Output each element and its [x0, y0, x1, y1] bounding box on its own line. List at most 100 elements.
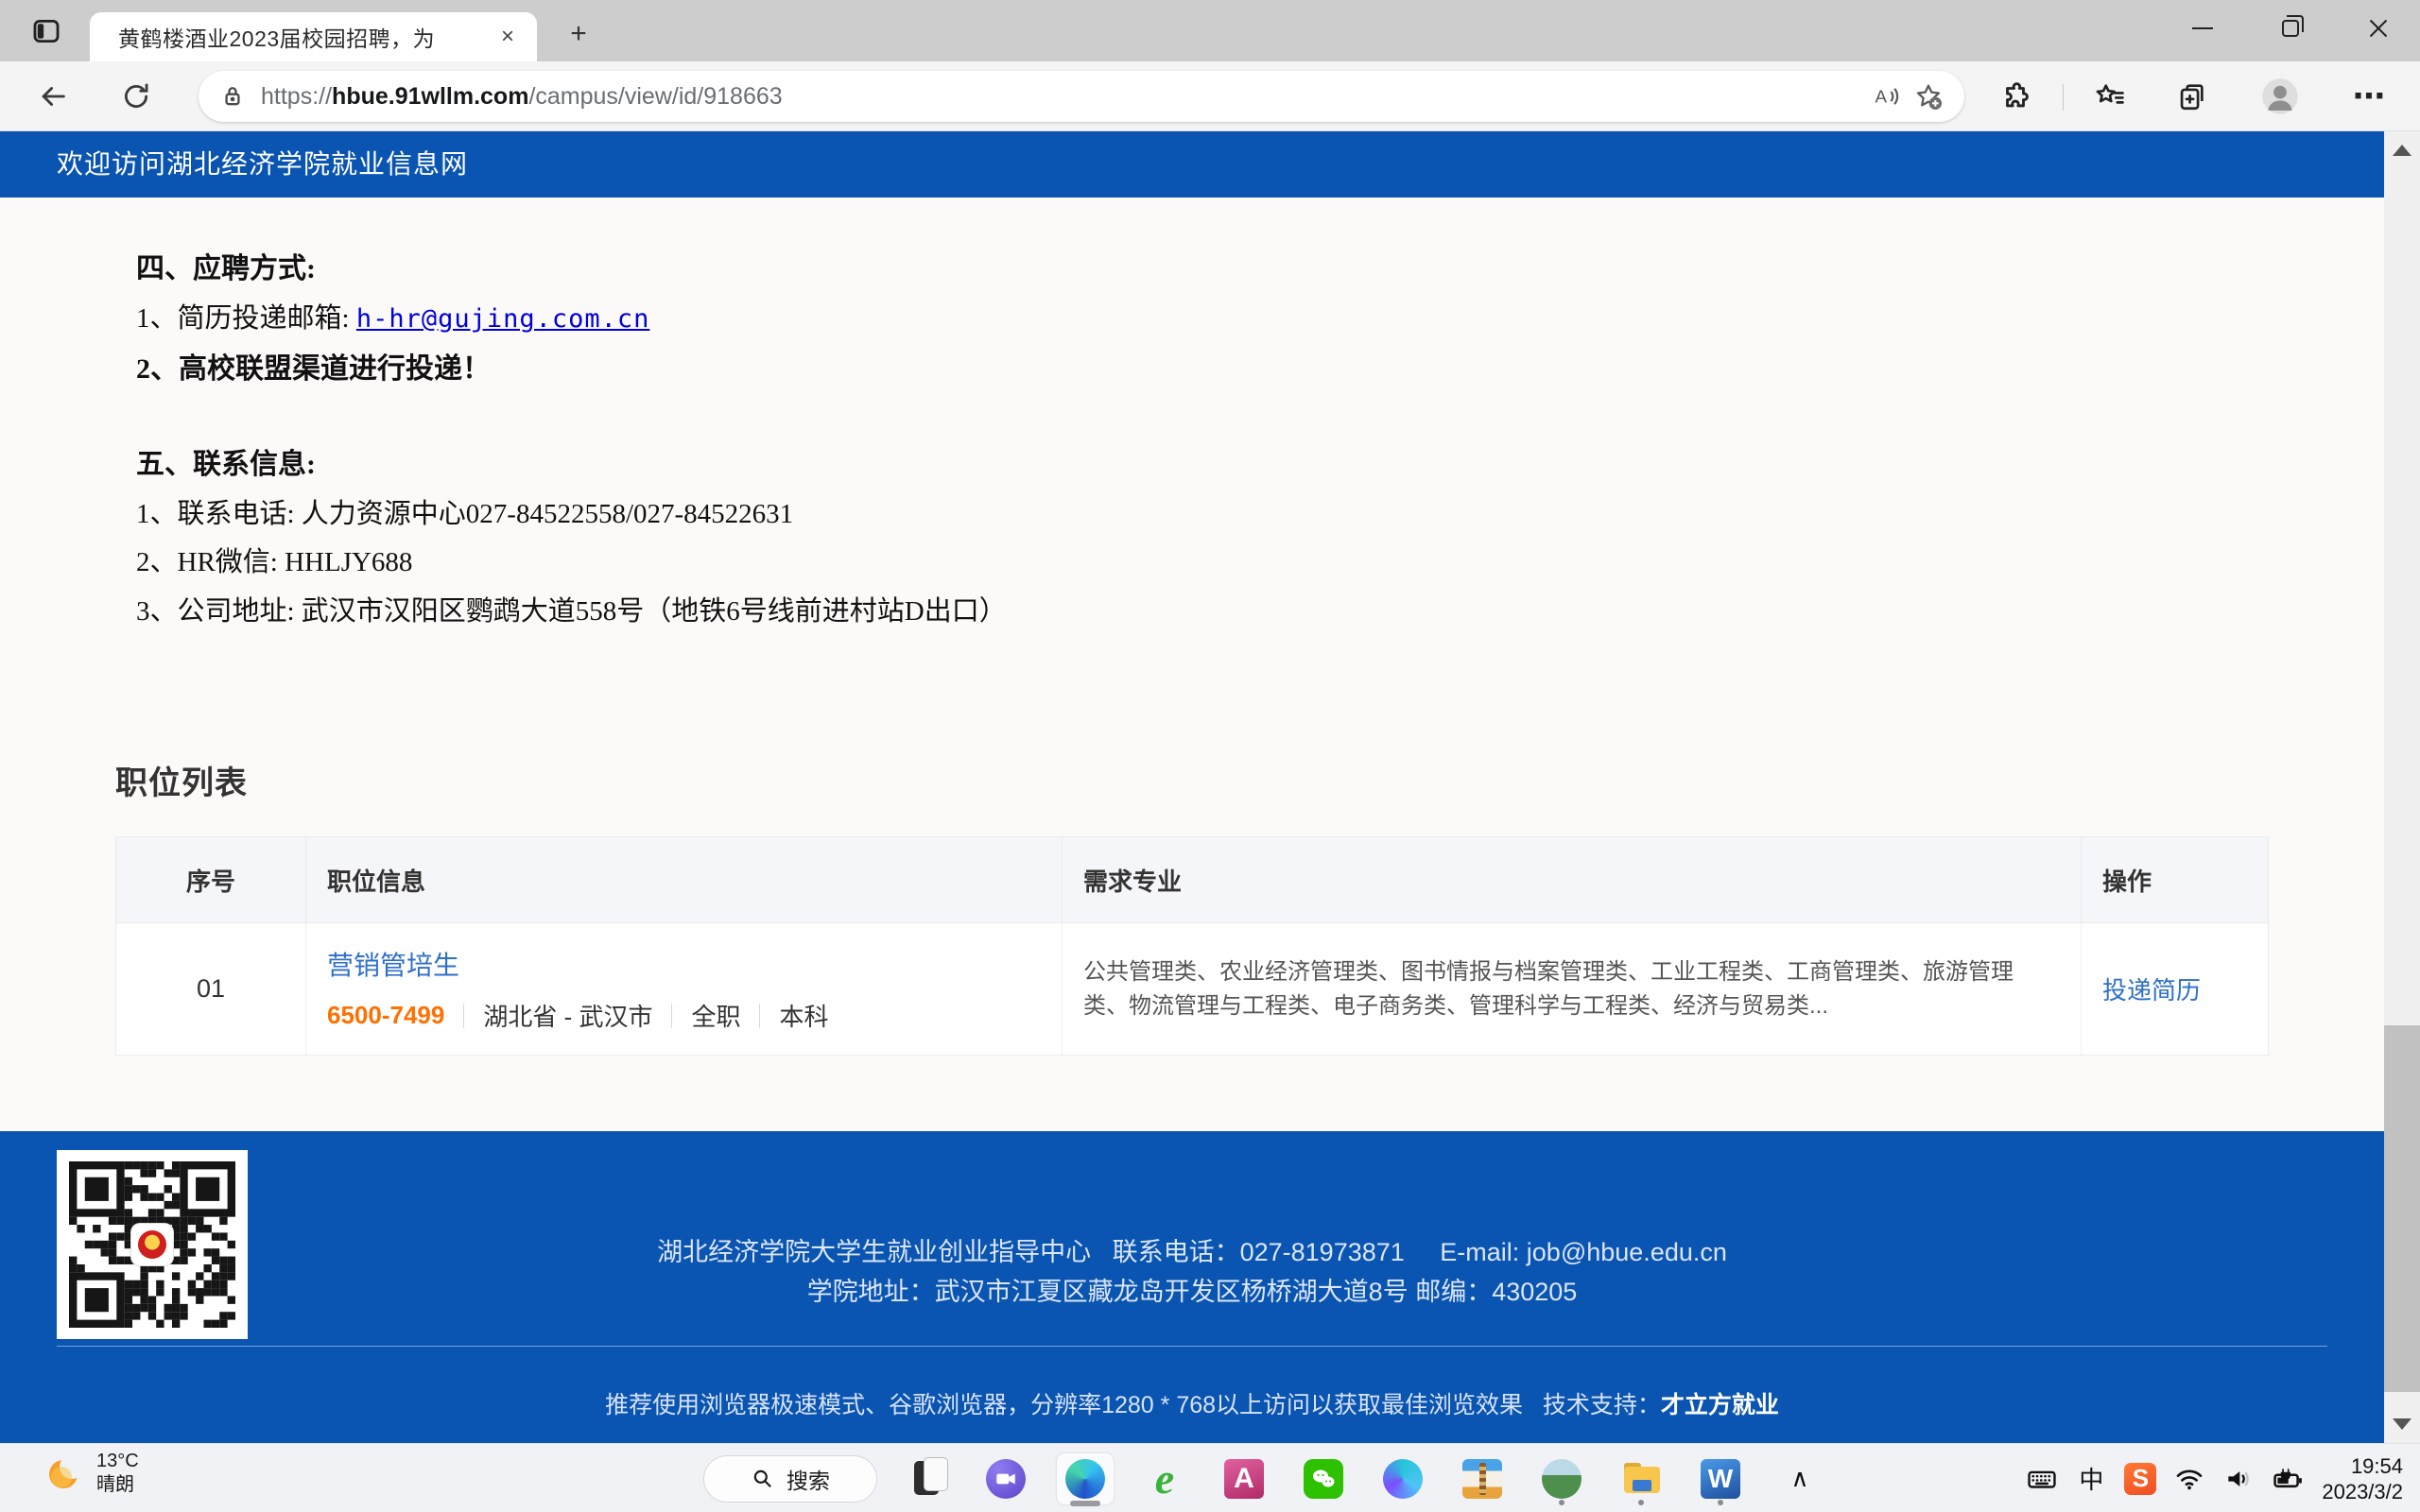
browser-titlebar: 黄鹤楼酒业2023届校园招聘，为 × + [0, 0, 2420, 61]
favorites-icon[interactable] [2087, 74, 2133, 119]
job-table-row: 01 营销管培生 6500-7499 湖北省 - 武汉市 全职 [116, 922, 2268, 1055]
browser-tab[interactable]: 黄鹤楼酒业2023届校园招聘，为 × [90, 12, 537, 61]
url-text: https://hbue.91wllm.com/campus/view/id/9… [261, 83, 1866, 111]
salary-range: 6500-7499 [327, 1001, 444, 1030]
section-contact-title: 五、联系信息: [136, 440, 316, 482]
meta-divider [759, 1004, 760, 1028]
file-explorer-button[interactable] [1601, 1450, 1681, 1508]
add-favorite-icon[interactable] [1908, 76, 1949, 117]
col-action: 操作 [2082, 837, 2270, 922]
read-aloud-icon[interactable]: A [1866, 76, 1908, 117]
start-button[interactable] [614, 1450, 694, 1508]
zip-archive-icon [1462, 1459, 1502, 1499]
clock-time: 19:54 [2322, 1453, 2403, 1479]
scrollbar-down-icon[interactable] [2393, 1418, 2411, 1430]
word-icon: W [1701, 1459, 1740, 1499]
col-job-info: 职位信息 [306, 837, 1063, 922]
back-button[interactable] [30, 74, 76, 119]
lock-icon [219, 83, 246, 110]
word-app-button[interactable]: W [1681, 1450, 1760, 1508]
submit-resume-link[interactable]: 投递简历 [2102, 971, 2201, 1006]
svg-text:A: A [1876, 86, 1888, 106]
window-restore-button[interactable] [2257, 0, 2324, 57]
scrollbar-thumb[interactable] [2384, 1025, 2420, 1392]
email-link[interactable]: h-hr@gujing.com.cn [356, 304, 650, 334]
page-scrollbar[interactable] [2384, 131, 2420, 1443]
task-view-button[interactable] [887, 1450, 966, 1508]
volume-button[interactable] [2214, 1454, 2263, 1503]
taskbar-search[interactable]: 搜索 [703, 1455, 877, 1503]
profile-avatar[interactable] [2257, 74, 2303, 119]
sogou-input-button[interactable]: S [2116, 1454, 2165, 1503]
wechat-button[interactable] [1284, 1450, 1363, 1508]
page-viewport: 欢迎访问湖北经济学院就业信息网 四、应聘方式: 1、简历投递邮箱: h-hr@g… [0, 131, 2384, 1443]
scrollbar-up-icon[interactable] [2393, 145, 2411, 156]
photo-thumbnail-icon [1542, 1459, 1582, 1499]
refresh-button[interactable] [113, 74, 159, 119]
touch-keyboard-button[interactable] [2017, 1454, 2066, 1503]
window-close-button[interactable] [2345, 0, 2411, 57]
wifi-button[interactable] [2165, 1454, 2214, 1503]
new-tab-button[interactable]: + [560, 15, 597, 53]
battery-button[interactable] [2263, 1454, 2312, 1503]
job-title-link[interactable]: 营销管培生 [327, 945, 828, 983]
weather-widget[interactable]: 13°C晴朗 [43, 1450, 139, 1497]
extensions-icon[interactable] [1993, 74, 2038, 119]
green-e-browser-icon: e [1145, 1459, 1184, 1499]
ime-chinese-label: 中 [2079, 1461, 2103, 1496]
task-view-icon [907, 1459, 946, 1499]
cell-majors: 公共管理类、农业经济管理类、图书情报与档案管理类、工业工程类、工商管理类、旅游管… [1063, 923, 2082, 1055]
keyboard-icon [2026, 1463, 2058, 1495]
tab-close-icon[interactable]: × [492, 21, 524, 53]
taskbar: 13°C晴朗 搜索 e A W ∧ 中 S [0, 1443, 2420, 1512]
search-label: 搜索 [786, 1463, 830, 1495]
job-table-header: 序号 职位信息 需求专业 操作 [116, 837, 2268, 922]
browser-toolbar: https://hbue.91wllm.com/campus/view/id/9… [0, 61, 2420, 131]
meeting-app-button[interactable] [966, 1450, 1046, 1508]
access-icon: A [1224, 1459, 1264, 1499]
system-tray: 中 S 19:54 2023/3/2 [2017, 1444, 2420, 1512]
page-content: 四、应聘方式: 1、简历投递邮箱: h-hr@gujing.com.cn 2、高… [0, 198, 2384, 1131]
contact-item-phone: 1、联系电话: 人力资源中心027-84522558/027-84522631 [136, 491, 793, 531]
taskbar-clock[interactable]: 19:54 2023/3/2 [2322, 1453, 2403, 1504]
welcome-banner: 欢迎访问湖北经济学院就业信息网 [0, 131, 2384, 198]
edge-browser-button[interactable] [1046, 1450, 1125, 1508]
wechat-icon [1304, 1459, 1343, 1499]
cell-index: 01 [116, 923, 306, 1055]
toolbar-separator [2063, 84, 2064, 111]
address-bar[interactable]: https://hbue.91wllm.com/campus/view/id/9… [199, 71, 1964, 122]
speaker-icon [2223, 1464, 2254, 1494]
collections-icon[interactable] [2169, 74, 2214, 119]
folder-icon [1621, 1459, 1661, 1499]
sogou-icon: S [2124, 1463, 2156, 1495]
cell-job-info: 营销管培生 6500-7499 湖北省 - 武汉市 全职 本科 [306, 923, 1063, 1055]
footer-contact-line: 湖北经济学院大学生就业创业指导中心 联系电话：027-81973871 E-ma… [0, 1231, 2384, 1268]
moon-icon [43, 1452, 85, 1494]
weather-temp: 13°C [96, 1450, 139, 1473]
window-minimize-button[interactable] [2169, 0, 2236, 57]
design-app-button[interactable] [1363, 1450, 1443, 1508]
weather-condition: 晴朗 [96, 1473, 139, 1497]
access-app-button[interactable]: A [1204, 1450, 1284, 1508]
contact-item-address: 3、公司地址: 武汉市汉阳区鹦鹉大道558号（地铁6号线前进村站D出口） [136, 589, 1007, 628]
job-type: 全职 [691, 998, 740, 1033]
contact-item-wechat: 2、HR微信: HHLJY688 [136, 540, 412, 579]
job-degree: 本科 [779, 998, 828, 1033]
section-apply-title: 四、应聘方式: [136, 245, 316, 286]
settings-more-icon[interactable]: ⋯ [2346, 74, 2392, 119]
tab-actions-menu-icon[interactable] [26, 11, 66, 51]
clock-date: 2023/3/2 [2322, 1479, 2403, 1504]
job-table: 序号 职位信息 需求专业 操作 01 营销管培生 6500-7499 湖北省 - [115, 836, 2269, 1056]
zip-app-button[interactable] [1443, 1450, 1522, 1508]
wifi-icon [2174, 1464, 2204, 1494]
ime-indicator[interactable]: 中 [2066, 1454, 2116, 1503]
ie-browser-button[interactable]: e [1125, 1450, 1204, 1508]
photos-app-button[interactable] [1522, 1450, 1601, 1508]
majors-text: 公共管理类、农业经济管理类、图书情报与档案管理类、工业工程类、工商管理类、旅游管… [1083, 955, 2081, 1023]
meta-divider [671, 1004, 672, 1028]
support-vendor: 才立方就业 [1661, 1392, 1779, 1418]
show-hidden-icons-button[interactable]: ∧ [1760, 1450, 1840, 1508]
swirl-app-icon [1383, 1459, 1423, 1499]
footer-notice: 推荐使用浏览器极速模式、谷歌浏览器，分辨率1280 * 768以上访问以获取最佳… [0, 1386, 2384, 1420]
tab-title: 黄鹤楼酒业2023届校园招聘，为 [118, 21, 492, 53]
